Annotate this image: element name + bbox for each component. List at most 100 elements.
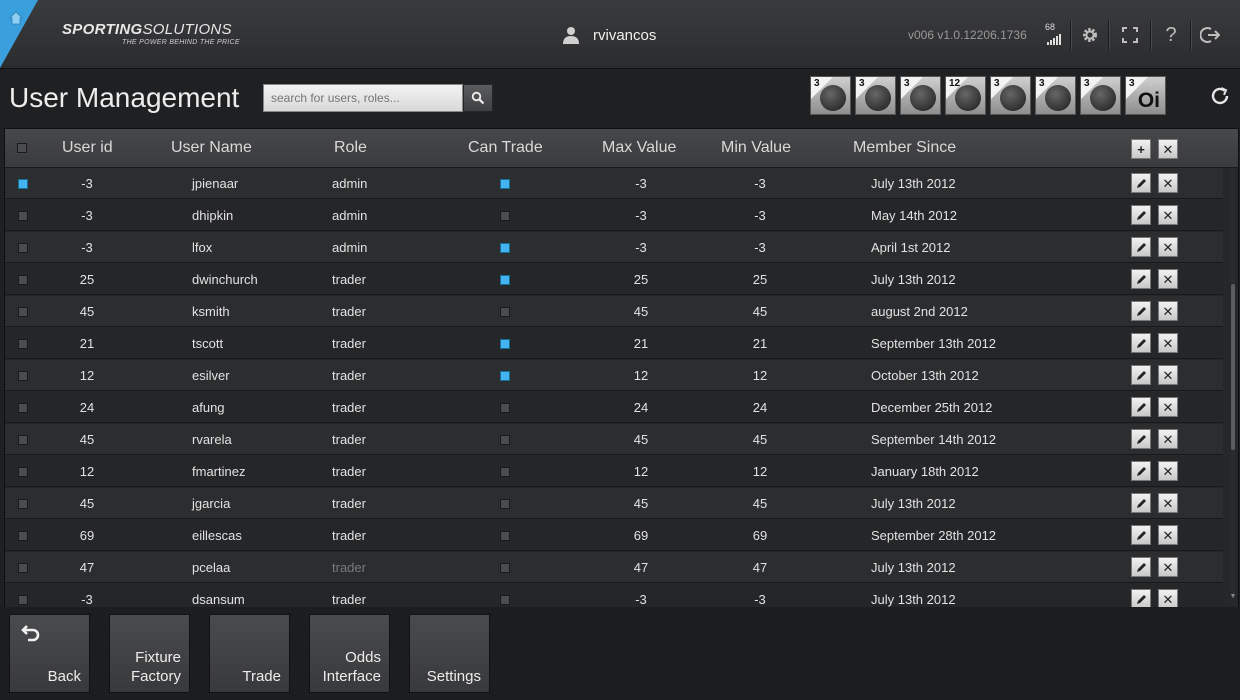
can-trade-checkbox[interactable]	[500, 275, 510, 285]
table-row[interactable]: 24 afung trader 24 24 December 25th 2012 ✕	[5, 392, 1223, 423]
settings-tile-button[interactable]: Settings	[409, 614, 490, 693]
delete-user-button[interactable]: ✕	[1158, 429, 1178, 449]
table-row[interactable]: 45 jgarcia trader 45 45 July 13th 2012 ✕	[5, 488, 1223, 519]
col-max-value[interactable]: Max Value	[602, 139, 676, 157]
delete-user-button[interactable]: ✕	[1158, 205, 1178, 225]
delete-user-button[interactable]: ✕	[1158, 173, 1178, 193]
table-row[interactable]: 45 rvarela trader 45 45 September 14th 2012 ✕	[5, 424, 1223, 455]
edit-user-button[interactable]	[1131, 525, 1151, 545]
row-select-checkbox[interactable]	[18, 595, 28, 605]
delete-user-button[interactable]: ✕	[1158, 365, 1178, 385]
delete-user-button[interactable]: ✕	[1158, 269, 1178, 289]
table-row[interactable]: -3 lfox admin -3 -3 April 1st 2012 ✕	[5, 232, 1223, 263]
row-select-checkbox[interactable]	[18, 179, 28, 189]
edit-user-button[interactable]	[1131, 493, 1151, 513]
can-trade-checkbox[interactable]	[500, 243, 510, 253]
sport-tab-american-football[interactable]: 3	[1080, 76, 1121, 115]
row-select-checkbox[interactable]	[18, 467, 28, 477]
table-row[interactable]: 25 dwinchurch trader 25 25 July 13th 2012 ✕	[5, 264, 1223, 295]
search-button[interactable]	[463, 84, 493, 112]
can-trade-checkbox[interactable]	[500, 307, 510, 317]
table-row[interactable]: 45 ksmith trader 45 45 august 2nd 2012 ✕	[5, 296, 1223, 327]
row-select-checkbox[interactable]	[18, 563, 28, 573]
table-row[interactable]: 12 fmartinez trader 12 12 January 18th 2012 ✕	[5, 456, 1223, 487]
row-select-checkbox[interactable]	[18, 339, 28, 349]
edit-user-button[interactable]	[1131, 365, 1151, 385]
help-button[interactable]: ?	[1158, 22, 1184, 48]
home-icon[interactable]	[8, 10, 24, 26]
delete-user-button[interactable]: ✕	[1158, 493, 1178, 513]
edit-user-button[interactable]	[1131, 301, 1151, 321]
edit-user-button[interactable]	[1131, 237, 1151, 257]
can-trade-checkbox[interactable]	[500, 371, 510, 381]
table-row[interactable]: -3 dhipkin admin -3 -3 May 14th 2012 ✕	[5, 200, 1223, 231]
delete-selected-button[interactable]: ✕	[1158, 139, 1178, 159]
scroll-down-icon[interactable]: ▼	[1229, 593, 1237, 600]
edit-user-button[interactable]	[1131, 269, 1151, 289]
table-row[interactable]: 21 tscott trader 21 21 September 13th 2012 ✕	[5, 328, 1223, 359]
can-trade-checkbox[interactable]	[500, 563, 510, 573]
can-trade-checkbox[interactable]	[500, 435, 510, 445]
edit-user-button[interactable]	[1131, 173, 1151, 193]
sport-tab-basketball[interactable]: 3	[900, 76, 941, 115]
row-select-checkbox[interactable]	[18, 307, 28, 317]
sport-tab-volleyball[interactable]: 3	[855, 76, 896, 115]
can-trade-checkbox[interactable]	[500, 403, 510, 413]
col-user-name[interactable]: User Name	[171, 139, 252, 157]
col-member-since[interactable]: Member Since	[853, 139, 956, 157]
table-row[interactable]: 69 eillescas trader 69 69 September 28th 2012…	[5, 520, 1223, 551]
odds-interface-button[interactable]: Odds Interface	[309, 614, 390, 693]
select-all-checkbox[interactable]	[17, 143, 27, 153]
delete-user-button[interactable]: ✕	[1158, 333, 1178, 353]
can-trade-checkbox[interactable]	[500, 211, 510, 221]
row-select-checkbox[interactable]	[18, 531, 28, 541]
fullscreen-button[interactable]	[1117, 22, 1143, 48]
delete-user-button[interactable]: ✕	[1158, 237, 1178, 257]
add-user-button[interactable]: +	[1131, 139, 1151, 159]
table-scrollbar[interactable]	[1231, 169, 1235, 599]
row-select-checkbox[interactable]	[18, 403, 28, 413]
edit-user-button[interactable]	[1131, 557, 1151, 577]
row-select-checkbox[interactable]	[18, 371, 28, 381]
table-row[interactable]: 47 pcelaa trader 47 47 July 13th 2012 ✕	[5, 552, 1223, 583]
col-user-id[interactable]: User id	[62, 139, 113, 157]
edit-user-button[interactable]	[1131, 429, 1151, 449]
table-row[interactable]: 12 esilver trader 12 12 October 13th 2012 ✕	[5, 360, 1223, 391]
can-trade-checkbox[interactable]	[500, 531, 510, 541]
table-row[interactable]: -3 jpienaar admin -3 -3 July 13th 2012 ✕	[5, 168, 1223, 199]
sport-tab-rugby[interactable]: 12	[945, 76, 986, 115]
row-select-checkbox[interactable]	[18, 435, 28, 445]
back-button[interactable]: Back	[9, 614, 90, 693]
edit-user-button[interactable]	[1131, 333, 1151, 353]
can-trade-checkbox[interactable]	[500, 499, 510, 509]
edit-user-button[interactable]	[1131, 205, 1151, 225]
table-row[interactable]: -3 dsansum trader -3 -3 July 13th 2012 ✕	[5, 584, 1223, 607]
row-select-checkbox[interactable]	[18, 211, 28, 221]
edit-user-button[interactable]	[1131, 461, 1151, 481]
sport-tab-football[interactable]: 3	[1035, 76, 1076, 115]
col-role[interactable]: Role	[334, 139, 367, 157]
sport-tab-hockey[interactable]: 3	[810, 76, 851, 115]
trade-button[interactable]: Trade	[209, 614, 290, 693]
can-trade-checkbox[interactable]	[500, 179, 510, 189]
can-trade-checkbox[interactable]	[500, 595, 510, 605]
delete-user-button[interactable]: ✕	[1158, 525, 1178, 545]
row-select-checkbox[interactable]	[18, 243, 28, 253]
col-min-value[interactable]: Min Value	[721, 139, 791, 157]
delete-user-button[interactable]: ✕	[1158, 301, 1178, 321]
refresh-icon[interactable]	[1207, 83, 1233, 109]
can-trade-checkbox[interactable]	[500, 467, 510, 477]
sport-tab-target[interactable]: 3	[990, 76, 1031, 115]
row-select-checkbox[interactable]	[18, 275, 28, 285]
settings-button[interactable]	[1077, 22, 1103, 48]
delete-user-button[interactable]: ✕	[1158, 461, 1178, 481]
fixture-factory-button[interactable]: Fixture Factory	[109, 614, 190, 693]
delete-user-button[interactable]: ✕	[1158, 589, 1178, 607]
row-select-checkbox[interactable]	[18, 499, 28, 509]
col-can-trade[interactable]: Can Trade	[468, 139, 543, 157]
edit-user-button[interactable]	[1131, 397, 1151, 417]
delete-user-button[interactable]: ✕	[1158, 557, 1178, 577]
logout-button[interactable]	[1197, 22, 1223, 48]
delete-user-button[interactable]: ✕	[1158, 397, 1178, 417]
edit-user-button[interactable]	[1131, 589, 1151, 607]
